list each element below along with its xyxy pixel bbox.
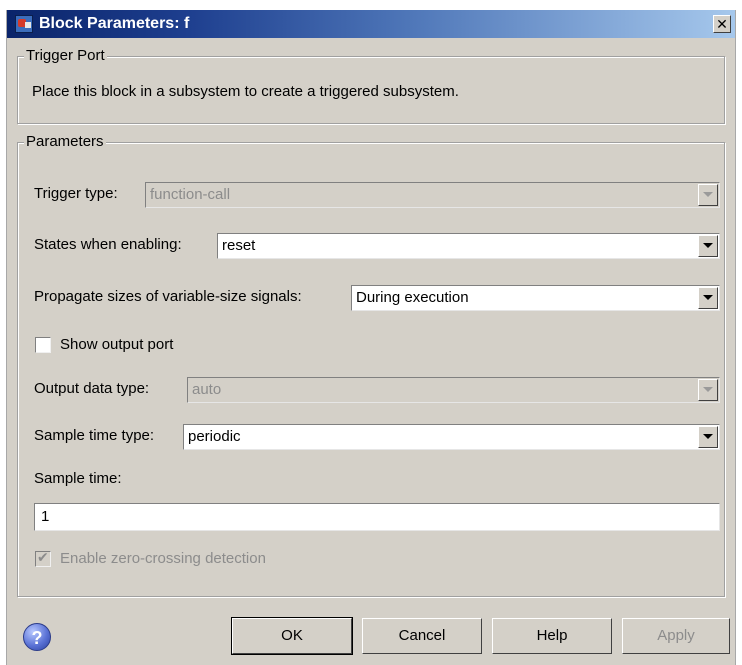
- output-data-type-value: auto: [192, 381, 222, 398]
- show-output-port-label: Show output port: [60, 336, 174, 353]
- trigger-port-legend: Trigger Port: [24, 47, 107, 64]
- trigger-port-description: Place this block in a subsystem to creat…: [32, 83, 459, 100]
- states-when-enabling-label: States when enabling:: [34, 236, 182, 253]
- help-icon-glyph: ?: [31, 628, 43, 648]
- title-bar[interactable]: Block Parameters: f ✕: [7, 10, 735, 38]
- propagate-sizes-select[interactable]: During execution: [351, 285, 720, 311]
- output-data-type-label: Output data type:: [34, 380, 150, 397]
- simulink-block-icon: [15, 15, 33, 33]
- chevron-down-icon[interactable]: [698, 287, 718, 309]
- checkmark-icon: ✔: [37, 549, 49, 565]
- trigger-type-value: function-call: [150, 186, 231, 203]
- cancel-button[interactable]: Cancel: [362, 618, 482, 654]
- close-icon: ✕: [716, 16, 728, 32]
- parameters-group: Parameters Trigger type: function-call S…: [17, 133, 725, 597]
- block-parameters-dialog: Block Parameters: f ✕ Trigger Port Place…: [6, 10, 736, 665]
- states-when-enabling-select[interactable]: reset: [217, 233, 720, 259]
- help-question-icon[interactable]: ?: [23, 623, 51, 651]
- propagate-sizes-label: Propagate sizes of variable-size signals…: [34, 288, 302, 305]
- chevron-down-icon[interactable]: [698, 426, 718, 448]
- chevron-down-icon[interactable]: [698, 235, 718, 257]
- sample-time-type-value: periodic: [188, 428, 241, 445]
- apply-button[interactable]: Apply: [622, 618, 730, 654]
- trigger-type-select[interactable]: function-call: [145, 182, 720, 208]
- sample-time-value: 1: [41, 508, 50, 525]
- chevron-down-icon[interactable]: [698, 379, 718, 401]
- trigger-type-label: Trigger type:: [34, 185, 118, 202]
- zero-crossing-checkbox[interactable]: ✔: [35, 549, 51, 567]
- output-data-type-select[interactable]: auto: [187, 377, 720, 403]
- propagate-sizes-value: During execution: [356, 289, 469, 306]
- sample-time-type-select[interactable]: periodic: [183, 424, 720, 450]
- ok-button[interactable]: OK: [231, 617, 353, 655]
- trigger-port-group: Trigger Port Place this block in a subsy…: [17, 47, 725, 124]
- sample-time-label: Sample time:: [34, 470, 122, 487]
- chevron-down-icon[interactable]: [698, 184, 718, 206]
- sample-time-input[interactable]: 1: [34, 503, 720, 531]
- close-button[interactable]: ✕: [713, 15, 731, 33]
- parameters-legend: Parameters: [24, 133, 106, 150]
- window-title: Block Parameters: f: [39, 15, 190, 32]
- show-output-port-checkbox[interactable]: [35, 337, 51, 353]
- help-button[interactable]: Help: [492, 618, 612, 654]
- states-when-enabling-value: reset: [222, 237, 256, 254]
- zero-crossing-label: Enable zero-crossing detection: [60, 550, 266, 567]
- sample-time-type-label: Sample time type:: [34, 427, 155, 444]
